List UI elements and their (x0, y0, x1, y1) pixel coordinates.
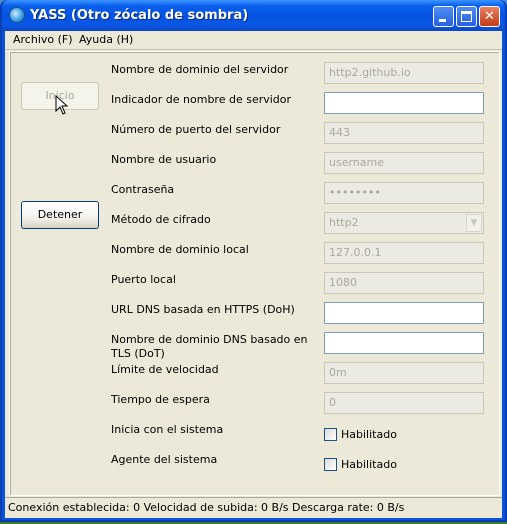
local-domain-label: Nombre de dominio local (111, 243, 249, 256)
timeout-label: Tiempo de espera (111, 393, 210, 406)
username-input[interactable]: username (324, 152, 484, 174)
server-domain-label: Nombre de dominio del servidor (111, 63, 289, 76)
local-port-input[interactable]: 1080 (324, 272, 484, 294)
dot-domain-label: Nombre de dominio DNS basado en TLS (DoT… (111, 333, 308, 360)
autostart-checkbox[interactable] (324, 428, 337, 441)
speed-limit-label: Límite de velocidad (111, 363, 219, 376)
maximize-icon (461, 11, 472, 22)
mouse-pointer-icon (55, 95, 69, 115)
cipher-method-value: http2 (329, 216, 359, 229)
cipher-method-label: Método de cifrado (111, 213, 211, 226)
chevron-down-icon[interactable]: ▼ (466, 214, 482, 232)
sni-input[interactable] (324, 92, 484, 114)
close-button[interactable]: ✕ (479, 6, 500, 27)
app-globe-icon (9, 7, 25, 23)
doh-url-input[interactable] (324, 302, 484, 324)
maximize-button[interactable] (456, 6, 477, 27)
system-proxy-label: Agente del sistema (111, 453, 218, 466)
username-label: Nombre de usuario (111, 153, 217, 166)
stop-button[interactable]: Detener (21, 201, 99, 229)
doh-url-label: URL DNS basada en HTTPS (DoH) (111, 303, 295, 316)
close-icon: ✕ (484, 9, 495, 24)
dot-domain-input[interactable] (324, 332, 484, 354)
menu-archivo[interactable]: Archivo (F) (13, 33, 73, 46)
sni-label: Indicador de nombre de servidor (111, 93, 292, 106)
minimize-button[interactable] (433, 6, 454, 27)
server-port-label: Número de puerto del servidor (111, 123, 281, 136)
autostart-label: Inicia con el sistema (111, 423, 224, 436)
password-input[interactable]: •••••••• (324, 182, 484, 204)
status-text: Conexión establecida: 0 Velocidad de sub… (8, 501, 405, 514)
menu-divider (5, 49, 502, 50)
password-label: Contraseña (111, 183, 175, 196)
system-proxy-checkbox[interactable] (324, 458, 337, 471)
server-domain-input[interactable]: http2.github.io (324, 62, 484, 84)
client-area: Archivo (F) Ayuda (H) Inicio Detener Nom… (5, 31, 502, 518)
timeout-input[interactable]: 0 (324, 392, 484, 414)
title-bar[interactable]: YASS (Otro zócalo de sombra) ✕ (2, 0, 505, 31)
speed-limit-input[interactable]: 0m (324, 362, 484, 384)
local-port-label: Puerto local (111, 273, 176, 286)
server-port-input[interactable]: 443 (324, 122, 484, 144)
status-bar: Conexión establecida: 0 Velocidad de sub… (5, 497, 502, 518)
cipher-method-select[interactable]: http2 ▼ (324, 212, 484, 234)
system-proxy-checkbox-label[interactable]: Habilitado (341, 458, 397, 471)
minimize-icon (439, 19, 446, 22)
menu-ayuda[interactable]: Ayuda (H) (79, 33, 133, 46)
menu-bar: Archivo (F) Ayuda (H) (5, 31, 502, 49)
autostart-checkbox-label[interactable]: Habilitado (341, 428, 397, 441)
window-title: YASS (Otro zócalo de sombra) (30, 8, 249, 23)
app-window: YASS (Otro zócalo de sombra) ✕ Archivo (… (0, 0, 507, 522)
local-domain-input[interactable]: 127.0.0.1 (324, 242, 484, 264)
